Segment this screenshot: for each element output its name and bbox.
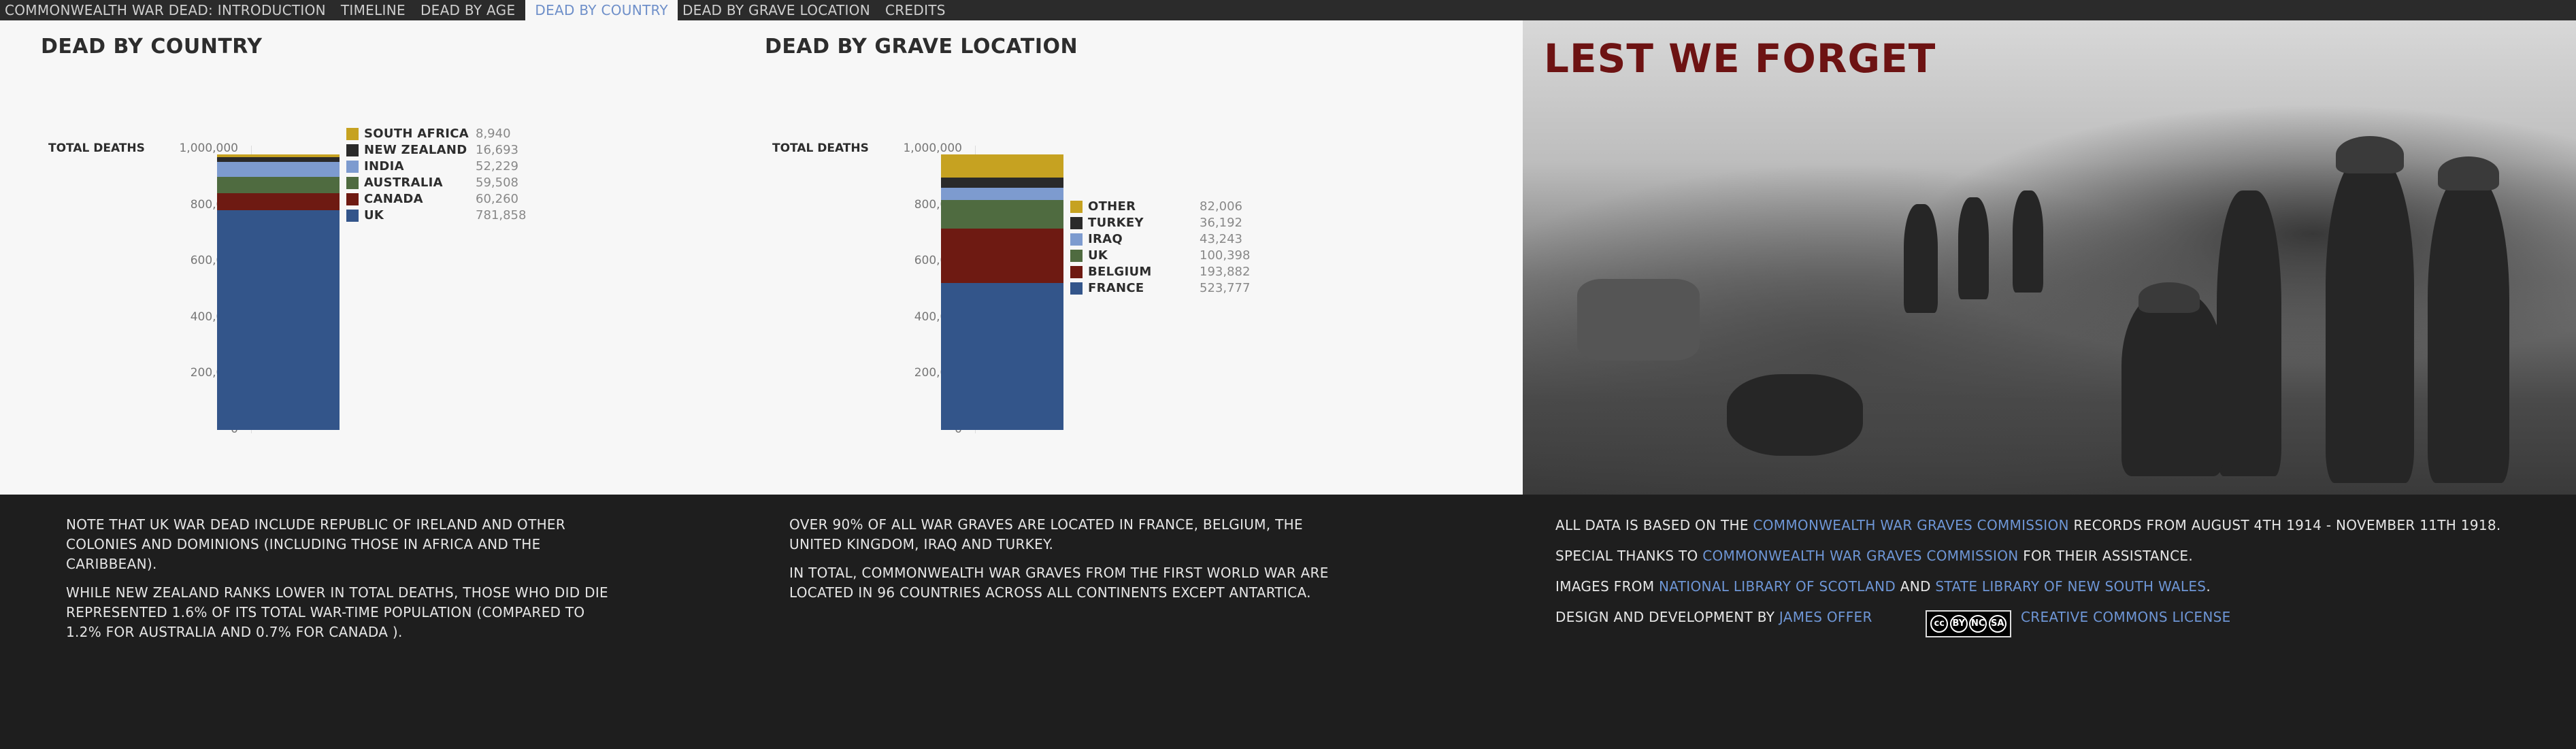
- credit-license: CREATIVE COMMONS LICENSE: [2021, 609, 2231, 625]
- legend-value: 781,858: [476, 208, 527, 222]
- bar-segment-iraq: [941, 188, 1063, 201]
- legend-label: AUSTRALIA: [364, 176, 443, 190]
- legend-label: TURKEY: [1088, 216, 1144, 230]
- soldier-figure: [2013, 190, 2043, 293]
- legend-swatch: [346, 144, 359, 156]
- nls-link[interactable]: NATIONAL LIBRARY OF SCOTLAND: [1659, 578, 1896, 595]
- legend-swatch: [1070, 250, 1083, 262]
- credit-thanks: SPECIAL THANKS TO COMMONWEALTH WAR GRAVE…: [1555, 548, 2194, 564]
- bar-segment-france: [941, 282, 1063, 430]
- photo-title: LEST WE FORGET: [1544, 35, 1936, 82]
- soldier-figure: [1904, 204, 1938, 313]
- top-nav: COMMONWEALTH WAR DEAD: INTRODUCTION TIMEL…: [0, 0, 2576, 20]
- legend-swatch: [346, 128, 359, 140]
- legend-value: 59,508: [476, 176, 518, 190]
- soldier-helmet: [2139, 282, 2200, 313]
- nav-tab-timeline[interactable]: TIMELINE: [336, 0, 416, 20]
- sa-icon: SA: [1988, 615, 2007, 633]
- bar-segment-turkey: [941, 178, 1063, 188]
- legend-swatch: [346, 177, 359, 189]
- legend-label: UK: [1088, 248, 1108, 263]
- bar-segment-other: [941, 154, 1063, 178]
- bar-segment-uk: [217, 210, 340, 430]
- credit-images: IMAGES FROM NATIONAL LIBRARY OF SCOTLAND…: [1555, 578, 2211, 595]
- nav-tab-dead-by-grave-location[interactable]: DEAD BY GRAVE LOCATION: [678, 0, 880, 20]
- country-notes: NOTE THAT UK WAR DEAD INCLUDE REPUBLIC O…: [66, 515, 617, 651]
- legend-swatch: [1070, 217, 1083, 229]
- legend-label: BELGIUM: [1088, 265, 1152, 279]
- chart-title: DEAD BY GRAVE LOCATION: [765, 35, 1078, 59]
- legend-label: FRANCE: [1088, 281, 1144, 295]
- legend-value: 523,777: [1200, 281, 1251, 295]
- soldier-helmet: [2438, 156, 2499, 190]
- footer: NOTE THAT UK WAR DEAD INCLUDE REPUBLIC O…: [0, 495, 2576, 749]
- creative-commons-badge-icon[interactable]: cc BY NC SA: [1926, 610, 2011, 637]
- credit-data-source: ALL DATA IS BASED ON THE COMMONWEALTH WA…: [1555, 517, 2501, 533]
- nav-tab-commonwealth-war-dead-introduction[interactable]: COMMONWEALTH WAR DEAD: INTRODUCTION: [0, 0, 336, 20]
- bar-segment-australia: [217, 176, 340, 194]
- y-tick-label: 1,000,000: [179, 142, 238, 155]
- debris: [1577, 279, 1700, 361]
- slnsw-link[interactable]: STATE LIBRARY OF NEW SOUTH WALES: [1935, 578, 2206, 595]
- by-icon: BY: [1949, 615, 1968, 633]
- grave-notes: OVER 90% OF ALL WAR GRAVES ARE LOCATED I…: [789, 515, 1340, 612]
- nav-tab-dead-by-country[interactable]: DEAD BY COUNTRY: [525, 0, 678, 20]
- country-note-1: NOTE THAT UK WAR DEAD INCLUDE REPUBLIC O…: [66, 516, 566, 572]
- legend-value: 100,398: [1200, 248, 1251, 263]
- soldier-figure: [2217, 190, 2281, 476]
- soldier-helmet: [2336, 136, 2404, 173]
- legend-label: OTHER: [1088, 199, 1136, 214]
- legend-value: 82,006: [1200, 199, 1242, 214]
- legend-swatch: [1070, 282, 1083, 295]
- wounded-soldier: [1727, 374, 1863, 456]
- bar-segment-uk: [941, 200, 1063, 229]
- legend-value: 193,882: [1200, 265, 1251, 279]
- legend-swatch: [1070, 266, 1083, 278]
- war-photo: LEST WE FORGET: [1523, 20, 2576, 495]
- nc-icon: NC: [1969, 615, 1987, 633]
- legend-swatch: [346, 193, 359, 205]
- bar-segment-new-zealand: [217, 157, 340, 163]
- legend-value: 52,229: [476, 159, 518, 173]
- legend-label: CANADA: [364, 192, 423, 206]
- cwgc-thanks-link[interactable]: COMMONWEALTH WAR GRAVES COMMISSION: [1702, 548, 2018, 564]
- legend-label: NEW ZEALAND: [364, 143, 467, 157]
- y-axis-label: TOTAL DEATHS: [772, 142, 869, 155]
- credit-design: DESIGN AND DEVELOPMENT BY JAMES OFFER: [1555, 609, 1872, 625]
- legend-value: 16,693: [476, 143, 518, 157]
- bar-segment-india: [217, 162, 340, 177]
- bar-segment-canada: [217, 193, 340, 211]
- soldier-figure: [2121, 293, 2224, 476]
- bar-segment-belgium: [941, 228, 1063, 283]
- legend-value: 60,260: [476, 192, 518, 206]
- legend-value: 36,192: [1200, 216, 1242, 230]
- chart-title: DEAD BY COUNTRY: [41, 35, 263, 59]
- legend-label: IRAQ: [1088, 232, 1123, 246]
- grave-note-2: IN TOTAL, COMMONWEALTH WAR GRAVES FROM T…: [789, 565, 1329, 601]
- james-offer-link[interactable]: JAMES OFFER: [1779, 609, 1872, 625]
- soldier-figure: [1958, 197, 1989, 299]
- grave-note-1: OVER 90% OF ALL WAR GRAVES ARE LOCATED I…: [789, 516, 1303, 552]
- legend-swatch: [346, 161, 359, 173]
- soldier-figure: [2428, 177, 2509, 483]
- legend-label: SOUTH AFRICA: [364, 127, 469, 141]
- soldier-figure: [2326, 156, 2414, 483]
- legend-label: UK: [364, 208, 384, 222]
- cwgc-link[interactable]: COMMONWEALTH WAR GRAVES COMMISSION: [1753, 517, 2068, 533]
- license-link[interactable]: CREATIVE COMMONS LICENSE: [2021, 609, 2231, 625]
- bar-segment-south-africa: [217, 154, 340, 158]
- y-axis-label: TOTAL DEATHS: [48, 142, 145, 155]
- cc-icon: cc: [1930, 615, 1949, 633]
- legend-swatch: [1070, 201, 1083, 213]
- country-note-2: WHILE NEW ZEALAND RANKS LOWER IN TOTAL D…: [66, 584, 608, 640]
- legend-swatch: [1070, 233, 1083, 246]
- y-tick-label: 1,000,000: [903, 142, 962, 155]
- nav-tab-credits[interactable]: CREDITS: [880, 0, 956, 20]
- legend-value: 8,940: [476, 127, 511, 141]
- legend-value: 43,243: [1200, 232, 1242, 246]
- legend-label: INDIA: [364, 159, 404, 173]
- legend-swatch: [346, 210, 359, 222]
- chart-panel: DEAD BY COUNTRY TOTAL DEATHS 1,000,000 800,…: [0, 20, 1523, 495]
- nav-tab-dead-by-age[interactable]: DEAD BY AGE: [416, 0, 525, 20]
